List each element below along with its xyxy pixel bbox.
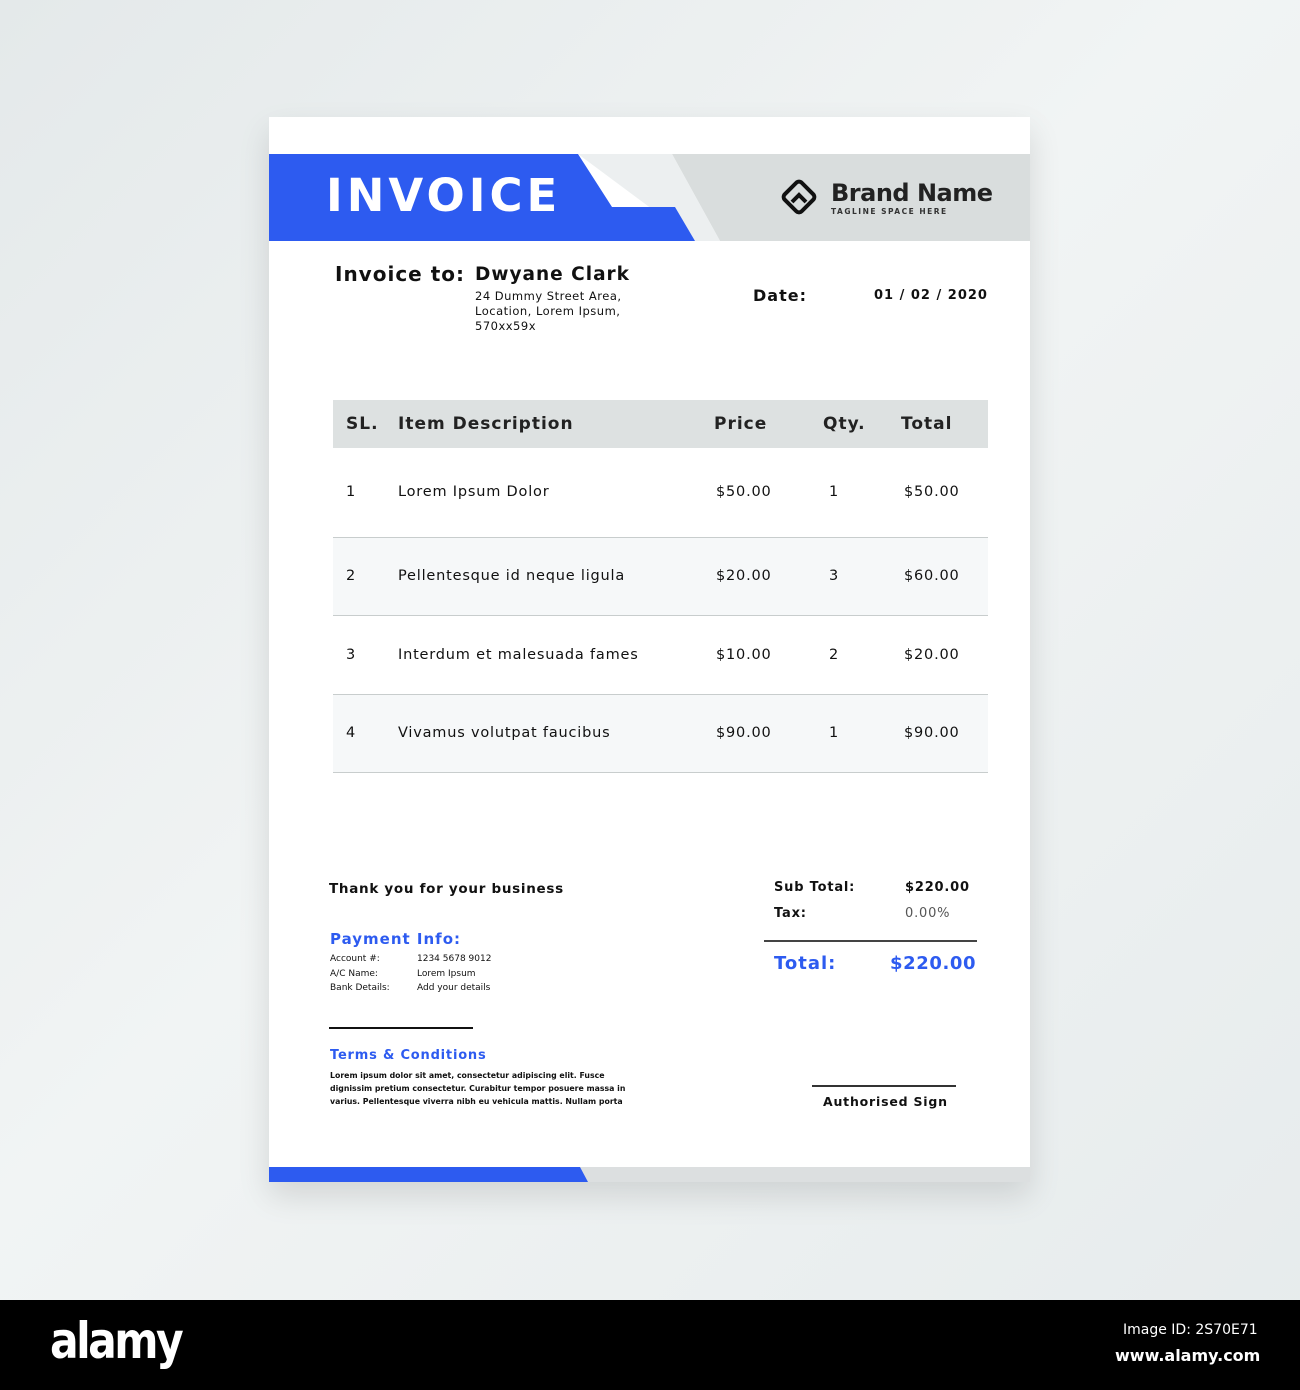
cell-total: $60.00: [901, 537, 988, 616]
footer-band: [269, 1167, 1030, 1182]
cell-desc: Vivamus volutpat faucibus: [398, 694, 714, 773]
terms-title: Terms & Conditions: [330, 1048, 487, 1063]
divider: [329, 1027, 473, 1029]
terms-line: varius. Pellentesque viverra nibh eu veh…: [330, 1097, 623, 1106]
invoice-paper: INVOICE Brand Name TAGLINE SPACE HERE In…: [269, 117, 1030, 1182]
col-price: Price: [714, 400, 823, 448]
payment-key: Account #:: [330, 954, 380, 964]
table-row: 4 Vivamus volutpat faucibus $90.00 1 $90…: [333, 694, 988, 773]
cell-desc: Pellentesque id neque ligula: [398, 537, 714, 616]
subtotal-label: Sub Total:: [774, 880, 856, 895]
payment-info: Account #: 1234 5678 9012 A/C Name: Lorem …: [330, 952, 491, 996]
invoice-to-label: Invoice to:: [335, 262, 465, 286]
cell-sl: 3: [333, 615, 398, 695]
stock-footer: alamy Image ID: 2S70E71 www.alamy.com: [0, 1300, 1300, 1390]
image-id: Image ID: 2S70E71: [1123, 1322, 1258, 1338]
cell-qty: 3: [823, 537, 901, 616]
cell-price: $90.00: [714, 694, 823, 773]
address-line: 24 Dummy Street Area,: [475, 289, 622, 303]
brand-logo-icon: [781, 179, 817, 215]
client-name: Dwyane Clark: [475, 264, 630, 285]
payment-value: Lorem Ipsum: [417, 968, 476, 979]
table-row: 3 Interdum et malesuada fames $10.00 2 $…: [333, 615, 988, 695]
col-qty: Qty.: [823, 400, 901, 448]
payment-value: 1234 5678 9012: [417, 954, 492, 964]
brand-tagline: TAGLINE SPACE HERE: [831, 206, 948, 216]
cell-sl: 4: [333, 694, 398, 773]
date-label: Date:: [753, 286, 807, 305]
terms-text: Lorem ipsum dolor sit amet, consectetur …: [330, 1069, 625, 1108]
items-table: SL. Item Description Price Qty. Total 1 …: [333, 400, 988, 773]
subtotal-value: $220.00: [905, 880, 970, 895]
site-url: www.alamy.com: [1115, 1346, 1261, 1365]
payment-key: A/C Name:: [330, 968, 378, 979]
signature-line: [812, 1085, 956, 1087]
total-value: $220.00: [890, 953, 977, 974]
brand: Brand Name TAGLINE SPACE HERE: [777, 175, 993, 219]
invoice-date: 01 / 02 / 2020: [874, 288, 988, 303]
table-row: 2 Pellentesque id neque ligula $20.00 3 …: [333, 537, 988, 616]
tax-value: 0.00%: [905, 906, 951, 921]
col-sl: SL.: [333, 400, 398, 448]
invoice-title: INVOICE: [326, 169, 562, 222]
totals-divider: [764, 940, 977, 942]
table-header: SL. Item Description Price Qty. Total: [333, 400, 988, 448]
cell-qty: 1: [823, 694, 901, 773]
cell-sl: 1: [333, 448, 398, 538]
payment-key: Bank Details:: [330, 983, 390, 993]
cell-price: $10.00: [714, 615, 823, 695]
address-line: 570xx59x: [475, 319, 537, 333]
thank-you-note: Thank you for your business: [329, 881, 564, 897]
col-total: Total: [901, 400, 988, 448]
payment-info-title: Payment Info:: [330, 930, 461, 948]
brand-name: Brand Name: [831, 178, 993, 207]
alamy-logo: alamy: [50, 1312, 184, 1370]
tax-label: Tax:: [774, 906, 807, 921]
table-row: 1 Lorem Ipsum Dolor $50.00 1 $50.00: [333, 448, 988, 538]
address-line: Location, Lorem Ipsum,: [475, 304, 621, 318]
payment-value: Add your details: [417, 983, 491, 993]
cell-total: $50.00: [901, 448, 988, 538]
cell-qty: 2: [823, 615, 901, 695]
cell-sl: 2: [333, 537, 398, 616]
client-address: 24 Dummy Street Area, Location, Lorem Ip…: [475, 289, 622, 334]
cell-qty: 1: [823, 448, 901, 538]
terms-line: Lorem ipsum dolor sit amet, consectetur …: [330, 1071, 605, 1080]
cell-total: $20.00: [901, 615, 988, 695]
total-label: Total:: [774, 953, 837, 974]
authorised-sign-label: Authorised Sign: [823, 1094, 948, 1109]
cell-desc: Lorem Ipsum Dolor: [398, 448, 714, 538]
terms-line: dignissim pretium consectetur. Curabitur…: [330, 1084, 626, 1093]
cell-price: $20.00: [714, 537, 823, 616]
cell-desc: Interdum et malesuada fames: [398, 615, 714, 695]
cell-total: $90.00: [901, 694, 988, 773]
cell-price: $50.00: [714, 448, 823, 538]
col-description: Item Description: [398, 400, 714, 448]
